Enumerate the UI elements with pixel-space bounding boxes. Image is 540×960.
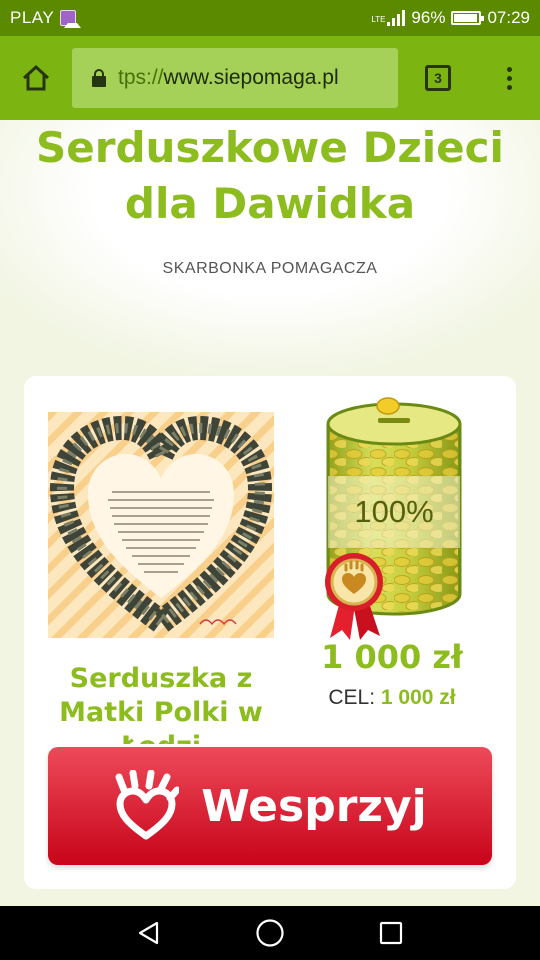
more-vert-icon[interactable]	[478, 36, 540, 120]
goal-amount: CEL: 1 000 zł	[284, 686, 500, 710]
amount-raised: 1 000 zł	[321, 638, 463, 676]
award-ribbon-icon	[325, 553, 383, 640]
url-scheme: tps://	[118, 66, 164, 89]
network-type: LTE	[371, 15, 386, 24]
status-bar: PLAY LTE 96% 07:29	[0, 0, 540, 36]
battery-percent: 96%	[411, 8, 446, 27]
recents-icon[interactable]	[378, 920, 404, 946]
android-nav-bar	[0, 906, 540, 960]
goal-value: 1 000 zł	[380, 686, 456, 709]
battery-level	[454, 14, 478, 22]
support-button[interactable]: Wesprzyj	[48, 747, 492, 865]
clock: 07:29	[487, 8, 530, 27]
page-subtitle: SKARBONKA POMAGACZA	[162, 260, 378, 277]
campaign-card: Serduszka z Matki Polki w Łodzi	[24, 376, 516, 889]
browser-toolbar: tps://www.siepomaga.pl 3	[0, 36, 540, 120]
battery-icon	[451, 11, 485, 25]
page-title: Serduszkowe Dzieci dla Dawidka	[36, 123, 504, 228]
home-icon	[22, 64, 50, 91]
page-content: Serduszkowe Dzieci dla Dawidka SKARBONKA…	[0, 120, 540, 906]
gallery-notification-icon	[60, 10, 82, 28]
status-indicators: LTE 96% 07:29	[371, 8, 530, 28]
progress-percent: 100%	[354, 494, 434, 529]
url-host: www.siepomaga.pl	[163, 66, 339, 89]
goal-label: CEL:	[328, 686, 376, 709]
support-button-label: Wesprzyj	[201, 780, 427, 832]
back-icon[interactable]	[136, 920, 162, 946]
heart-collage-image	[48, 412, 274, 638]
hand-heart-icon	[115, 770, 180, 840]
carrier-name: PLAY	[10, 8, 55, 27]
home-button[interactable]	[0, 36, 72, 120]
signal-icon	[387, 10, 406, 26]
lock-icon	[92, 69, 106, 87]
tab-switcher-button[interactable]: 3	[398, 36, 478, 120]
home-circle-icon[interactable]	[255, 918, 285, 948]
address-bar[interactable]: tps://www.siepomaga.pl	[72, 48, 398, 108]
tab-count: 3	[425, 65, 451, 91]
campaign-thumbnail[interactable]	[48, 412, 274, 638]
campaign-title[interactable]: Serduszka z Matki Polki w Łodzi	[48, 662, 274, 744]
